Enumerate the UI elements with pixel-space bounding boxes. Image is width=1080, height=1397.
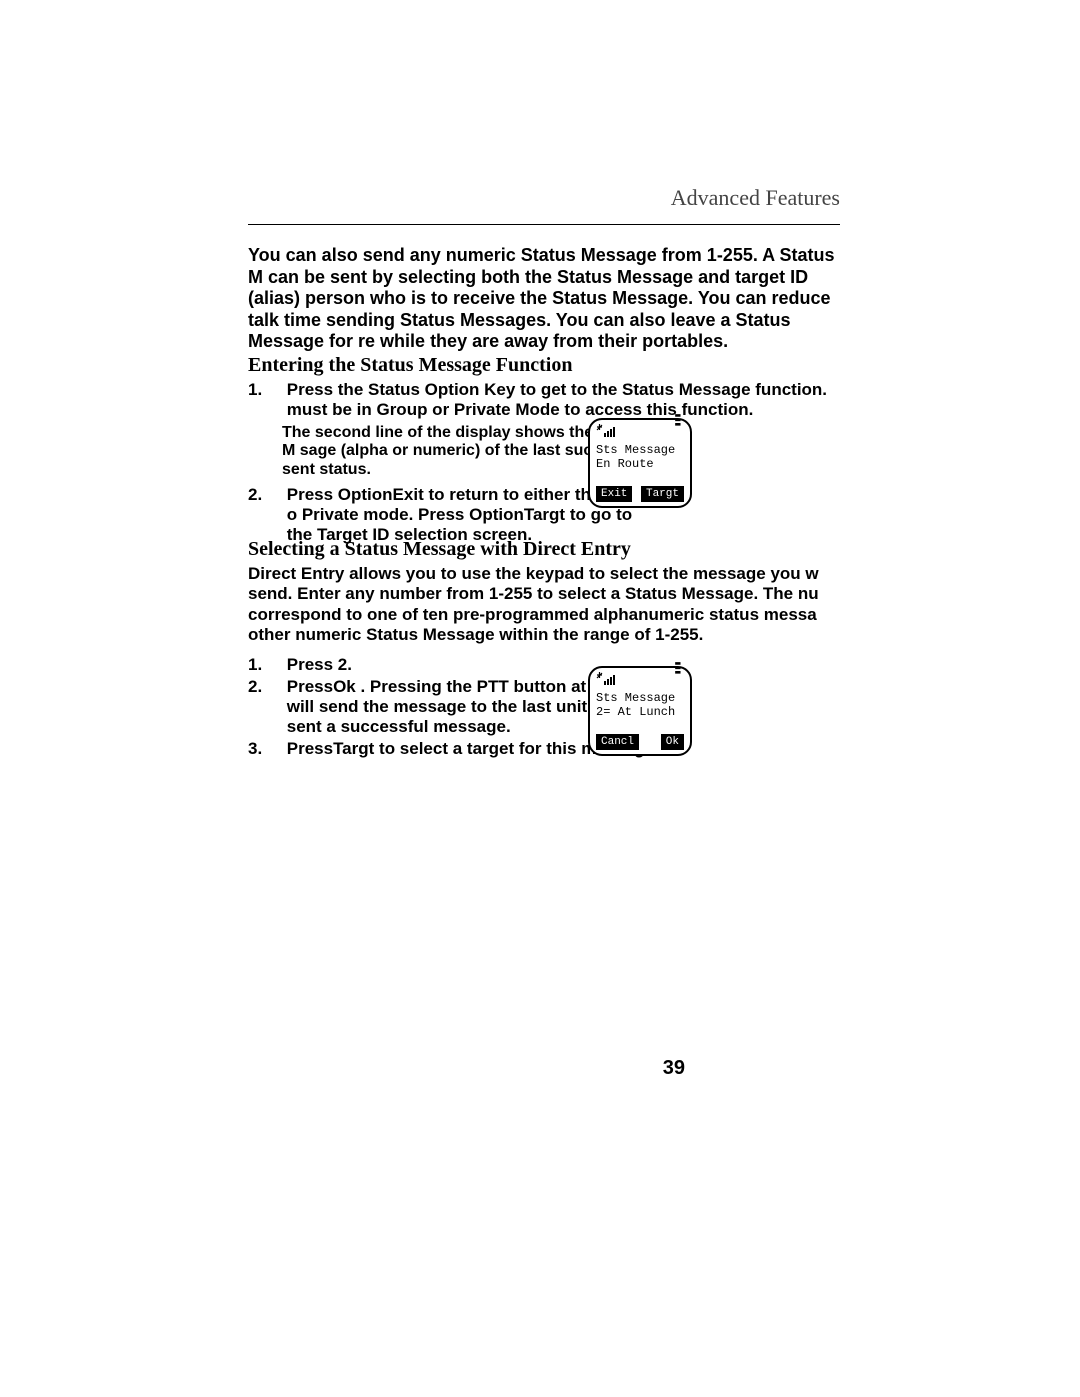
section-header: Advanced Features — [671, 185, 840, 211]
list-text: Press the Status Option Key to get to th… — [287, 380, 847, 420]
softkey-right: Targt — [641, 486, 684, 502]
radio-display-2: ▮▮▮ Sts Message 2= At Lunch Cancl Ok — [588, 666, 692, 756]
signal-icon — [596, 424, 622, 438]
radio-line2: 2= At Lunch — [596, 706, 684, 720]
section2-title: Selecting a Status Message with Direct E… — [248, 538, 631, 561]
radio-line1: Sts Message — [596, 444, 684, 458]
radio-line1: Sts Message — [596, 692, 684, 706]
softkey-right: Ok — [661, 734, 684, 750]
softkey-left: Cancl — [596, 734, 639, 750]
intro-paragraph: You can also send any numeric Status Mes… — [248, 245, 848, 353]
list-number: 2. — [248, 485, 282, 505]
battery-icon: ▮▮▮ — [672, 413, 682, 426]
softkey-left: Exit — [596, 486, 632, 502]
section1-title: Entering the Status Message Function — [248, 354, 572, 377]
section2-list: 1. Press 2. 2. PressOk . Pressing the PT… — [248, 655, 848, 761]
section1-list: 1. Press the Status Option Key to get to… — [248, 380, 848, 545]
divider — [248, 224, 840, 225]
radio-line2: En Route — [596, 458, 684, 472]
page-number: 39 — [663, 1057, 685, 1080]
section2-intro: Direct Entry allows you to use the keypa… — [248, 564, 848, 646]
battery-icon: ▮▮▮ — [672, 661, 682, 674]
list-number: 1. — [248, 655, 282, 675]
list-number: 1. — [248, 380, 282, 400]
signal-icon — [596, 672, 622, 686]
list-number: 3. — [248, 739, 282, 759]
radio-display-1: ▮▮▮ Sts Message En Route Exit Targt — [588, 418, 692, 508]
list-number: 2. — [248, 677, 282, 697]
